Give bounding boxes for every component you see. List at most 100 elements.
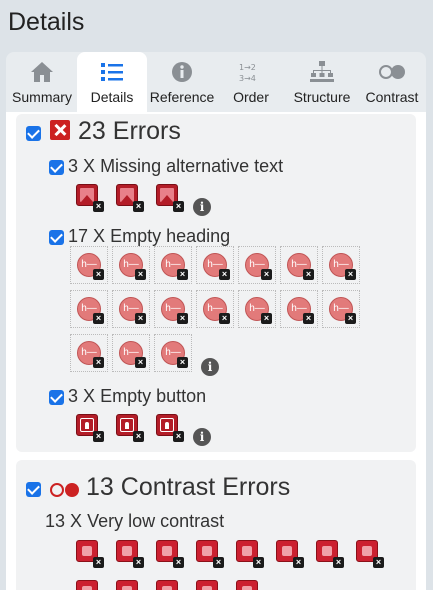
very-low-contrast-icon[interactable]: × <box>196 540 224 568</box>
tab-structure[interactable]: Structure <box>286 52 358 114</box>
tab-reference-label: Reference <box>149 89 215 105</box>
very-low-contrast-icon[interactable]: × <box>356 540 384 568</box>
error-badge: × <box>345 313 356 324</box>
missing-alt-heading: 3 X Missing alternative text <box>68 156 284 176</box>
very-low-contrast-icon[interactable]: × <box>76 580 104 590</box>
error-badge: × <box>333 557 344 568</box>
error-badge: × <box>133 557 144 568</box>
very-low-contrast-icon[interactable]: × <box>76 540 104 568</box>
empty-heading-icon[interactable]: h— × <box>112 246 150 284</box>
empty-heading-icon[interactable]: h— × <box>238 246 276 284</box>
error-badge: × <box>219 269 230 280</box>
tab-order[interactable]: 1→2 3→4 Order <box>217 52 285 114</box>
error-badge: × <box>177 313 188 324</box>
page-title: Details <box>8 8 85 36</box>
empty-heading-icon[interactable]: h— × <box>196 246 234 284</box>
very-low-contrast-icon[interactable]: × <box>116 580 144 590</box>
errors-count: 23 <box>78 117 106 145</box>
tab-structure-label: Structure <box>293 89 351 105</box>
error-badge: × <box>93 557 104 568</box>
empty-heading-icon[interactable]: h— × <box>112 334 150 372</box>
empty-heading-icon[interactable]: h— × <box>280 290 318 328</box>
details-panel: 23 Errors 3 X Missing alternative text ×… <box>6 112 426 590</box>
missing-alt-icon[interactable]: × <box>156 184 184 212</box>
error-badge: × <box>345 269 356 280</box>
tab-summary[interactable]: Summary <box>6 52 78 114</box>
contrast-card: 13 Contrast Errors 13 X Very low contras… <box>16 460 416 590</box>
error-badge: × <box>135 313 146 324</box>
very-low-contrast-icon[interactable]: × <box>156 540 184 568</box>
empty-button-icon[interactable]: × <box>116 414 144 442</box>
tab-bar: Summary Details Reference 1→2 3→4 Order <box>6 52 426 114</box>
errors-label: Errors <box>112 117 181 145</box>
empty-heading-icon[interactable]: h— × <box>280 246 318 284</box>
info-circle-icon <box>172 62 192 82</box>
error-badge: × <box>177 357 188 368</box>
very-low-contrast-icon[interactable]: × <box>196 580 224 590</box>
error-x-icon <box>50 120 70 140</box>
error-badge: × <box>261 269 272 280</box>
very-low-contrast-icon[interactable]: × <box>156 580 184 590</box>
contrast-icon <box>379 65 405 79</box>
missing-alt-icon[interactable]: × <box>76 184 104 212</box>
empty-heading-checkbox[interactable] <box>49 230 64 245</box>
error-badge: × <box>303 269 314 280</box>
contrast-label: Contrast Errors <box>120 473 291 501</box>
error-badge: × <box>135 269 146 280</box>
empty-heading-icon[interactable]: h— × <box>322 246 360 284</box>
error-badge: × <box>293 557 304 568</box>
very-low-contrast-icon[interactable]: × <box>236 540 264 568</box>
empty-heading-icon[interactable]: h— × <box>112 290 150 328</box>
empty-heading-icon[interactable]: h— × <box>196 290 234 328</box>
error-badge: × <box>373 557 384 568</box>
svg-text:3→4: 3→4 <box>239 74 256 83</box>
error-badge: × <box>93 357 104 368</box>
missing-alt-icon[interactable]: × <box>116 184 144 212</box>
very-low-contrast-icon[interactable]: × <box>276 540 304 568</box>
empty-heading-icon[interactable]: h— × <box>154 246 192 284</box>
error-badge: × <box>173 557 184 568</box>
home-icon <box>31 62 53 82</box>
empty-button-icon[interactable]: × <box>156 414 184 442</box>
tab-contrast[interactable]: Contrast <box>358 52 426 114</box>
error-badge: × <box>93 313 104 324</box>
list-icon <box>101 63 123 81</box>
empty-heading-icon[interactable]: h— × <box>70 290 108 328</box>
empty-heading-icon[interactable]: h— × <box>238 290 276 328</box>
contrast-heading: 13 Contrast Errors <box>86 473 290 502</box>
missing-alt-checkbox[interactable] <box>49 160 64 175</box>
empty-heading-icon[interactable]: h— × <box>70 334 108 372</box>
error-badge: × <box>253 557 264 568</box>
empty-heading-icon[interactable]: h— × <box>322 290 360 328</box>
missing-alt-info-icon[interactable]: i <box>193 198 211 216</box>
error-badge: × <box>213 557 224 568</box>
contrast-count: 13 <box>86 473 114 501</box>
empty-button-info-icon[interactable]: i <box>193 428 211 446</box>
contrast-errors-icon <box>50 482 80 498</box>
error-badge: × <box>177 269 188 280</box>
empty-button-checkbox[interactable] <box>49 390 64 405</box>
tab-details[interactable]: Details <box>77 52 147 114</box>
order-icon: 1→2 3→4 <box>239 63 256 83</box>
empty-heading-icon[interactable]: h— × <box>154 290 192 328</box>
error-badge: × <box>93 269 104 280</box>
contrast-checkbox[interactable] <box>26 482 41 497</box>
tab-details-label: Details <box>90 89 134 105</box>
errors-checkbox[interactable] <box>26 126 41 141</box>
very-low-contrast-heading: 13 X Very low contrast <box>45 511 225 531</box>
very-low-contrast-icon[interactable]: × <box>316 540 344 568</box>
tab-order-label: Order <box>233 89 269 105</box>
errors-card: 23 Errors 3 X Missing alternative text ×… <box>16 114 416 452</box>
tab-reference[interactable]: Reference <box>147 52 217 114</box>
very-low-contrast-icon[interactable]: × <box>236 580 264 590</box>
error-badge: × <box>303 313 314 324</box>
empty-heading-icon[interactable]: h— × <box>70 246 108 284</box>
empty-heading-icon[interactable]: h— × <box>154 334 192 372</box>
tab-summary-label: Summary <box>12 89 72 105</box>
structure-icon <box>310 61 334 82</box>
empty-button-icon[interactable]: × <box>76 414 104 442</box>
very-low-contrast-icon[interactable]: × <box>116 540 144 568</box>
error-badge: × <box>219 313 230 324</box>
empty-button-heading: 3 X Empty button <box>68 386 207 406</box>
empty-heading-info-icon[interactable]: i <box>201 358 219 376</box>
